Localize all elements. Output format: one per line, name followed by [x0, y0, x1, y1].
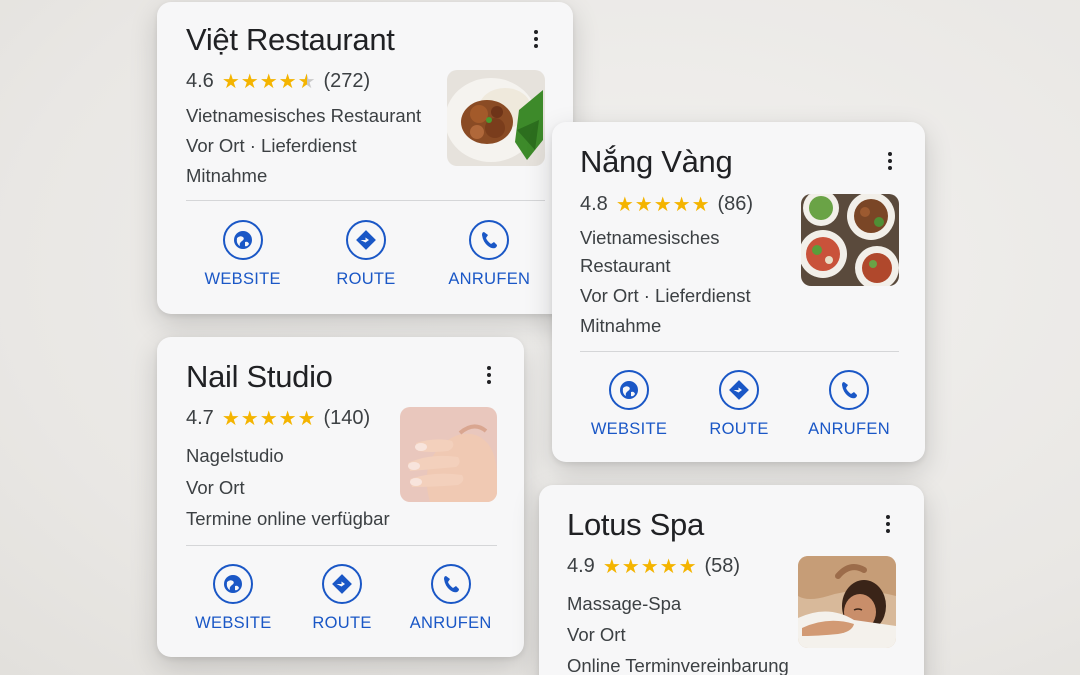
review-count: (272) [323, 70, 371, 92]
rating-value: 4.7 [186, 407, 214, 429]
route-button[interactable]: ROUTE [288, 564, 397, 633]
rating-row: 4.8 ★ ★ ★ ★ ★ (86) [580, 193, 753, 216]
more-options-icon[interactable] [526, 27, 546, 51]
website-label: WEBSITE [204, 270, 281, 288]
service-options: Vor Ort · Lieferdienst [580, 285, 751, 306]
action-bar: WEBSITE ROUTE ANRUFEN [179, 564, 505, 633]
star-rating-icon: ★ ★ ★ ★ ★ [221, 70, 316, 93]
call-label: ANRUFEN [448, 270, 531, 288]
call-label: ANRUFEN [409, 614, 492, 632]
rating-value: 4.9 [567, 555, 595, 577]
website-label: WEBSITE [590, 420, 668, 438]
place-category: Vietnamesisches [580, 227, 720, 248]
rating-row: 4.6 ★ ★ ★ ★ ★ (272) [186, 70, 370, 93]
call-button[interactable]: ANRUFEN [794, 370, 904, 439]
place-category-cont: Restaurant [580, 255, 671, 276]
service-takeaway: Mitnahme [186, 165, 268, 186]
website-button[interactable]: WEBSITE [574, 370, 684, 439]
food-bowls-thumbnail[interactable] [801, 194, 899, 286]
place-category: Massage-Spa [567, 593, 682, 614]
place-title: Nắng Vàng [580, 144, 733, 179]
place-card-viet-restaurant[interactable]: Việt Restaurant 4.6 ★ ★ ★ ★ ★ (272) Vietname… [157, 2, 573, 314]
service-takeaway: Mitnahme [580, 315, 662, 336]
manicure-thumbnail[interactable] [400, 407, 497, 502]
globe-icon [222, 220, 263, 260]
phone-icon [469, 220, 510, 260]
action-bar: WEBSITE ROUTE ANRUFEN [181, 220, 551, 289]
place-card-nail-studio[interactable]: Nail Studio 4.7 ★ ★ ★ ★ ★ (140) Nagelstudio … [157, 337, 524, 657]
place-details: Vietnamesisches Restaurant Vor Ort · Lie… [186, 101, 421, 191]
website-button[interactable]: WEBSITE [179, 564, 288, 633]
service-options: Vor Ort · Lieferdienst [186, 135, 357, 156]
action-bar: WEBSITE ROUTE ANRUFEN [574, 370, 904, 439]
star-rating-icon: ★ ★ ★ ★ ★ [221, 407, 316, 430]
food-plate-thumbnail[interactable] [447, 70, 545, 166]
place-details: Vietnamesisches Restaurant Vor Ort · Lie… [580, 224, 751, 340]
review-count: (86) [717, 193, 754, 215]
route-label: ROUTE [312, 614, 372, 632]
call-button[interactable]: ANRUFEN [396, 564, 505, 633]
call-label: ANRUFEN [808, 420, 890, 438]
globe-icon [213, 564, 254, 604]
appointment-info: Online Terminvereinbarung [567, 655, 789, 675]
globe-icon [609, 370, 649, 410]
rating-value: 4.6 [186, 70, 214, 92]
route-label: ROUTE [709, 420, 769, 438]
rating-value: 4.8 [580, 193, 608, 215]
review-count: (140) [323, 407, 371, 429]
phone-icon [829, 370, 869, 410]
phone-icon [430, 564, 471, 604]
more-options-icon[interactable] [479, 363, 499, 387]
route-button[interactable]: ROUTE [684, 370, 794, 439]
rating-row: 4.7 ★ ★ ★ ★ ★ (140) [186, 407, 370, 430]
service-options: Vor Ort [186, 476, 245, 498]
route-label: ROUTE [336, 270, 396, 288]
place-card-lotus-spa[interactable]: Lotus Spa 4.9 ★ ★ ★ ★ ★ (58) Massage-Spa Vor… [539, 485, 924, 675]
website-label: WEBSITE [195, 614, 272, 632]
spa-massage-thumbnail[interactable] [798, 556, 896, 648]
card-divider [186, 200, 545, 201]
star-rating-icon: ★ ★ ★ ★ ★ [602, 555, 697, 578]
place-card-nang-vang[interactable]: Nắng Vàng 4.8 ★ ★ ★ ★ ★ (86) Vietnamesisches… [552, 122, 925, 462]
place-category: Nagelstudio [186, 445, 284, 466]
website-button[interactable]: WEBSITE [188, 220, 298, 289]
place-category: Vietnamesisches Restaurant [186, 105, 422, 126]
directions-icon [719, 370, 759, 410]
place-title: Lotus Spa [567, 507, 704, 542]
review-count: (58) [704, 555, 741, 577]
appointment-info: Termine online verfügbar [186, 508, 390, 529]
place-title: Việt Restaurant [186, 22, 395, 57]
route-button[interactable]: ROUTE [311, 220, 421, 289]
call-button[interactable]: ANRUFEN [434, 220, 544, 289]
directions-icon [345, 220, 386, 260]
card-divider [580, 351, 899, 352]
place-title: Nail Studio [186, 359, 333, 394]
directions-icon [322, 564, 362, 604]
more-options-icon[interactable] [878, 512, 898, 536]
place-details: Nagelstudio Vor Ort Termine online verfü… [186, 440, 390, 535]
more-options-icon[interactable] [880, 149, 900, 173]
star-rating-icon: ★ ★ ★ ★ ★ [615, 193, 710, 216]
card-divider [186, 545, 497, 546]
rating-row: 4.9 ★ ★ ★ ★ ★ (58) [567, 555, 740, 578]
stage: Việt Restaurant 4.6 ★ ★ ★ ★ ★ (272) Vietname… [0, 0, 1080, 675]
place-details: Massage-Spa Vor Ort Online Terminvereinb… [567, 588, 789, 675]
service-options: Vor Ort [567, 624, 626, 645]
